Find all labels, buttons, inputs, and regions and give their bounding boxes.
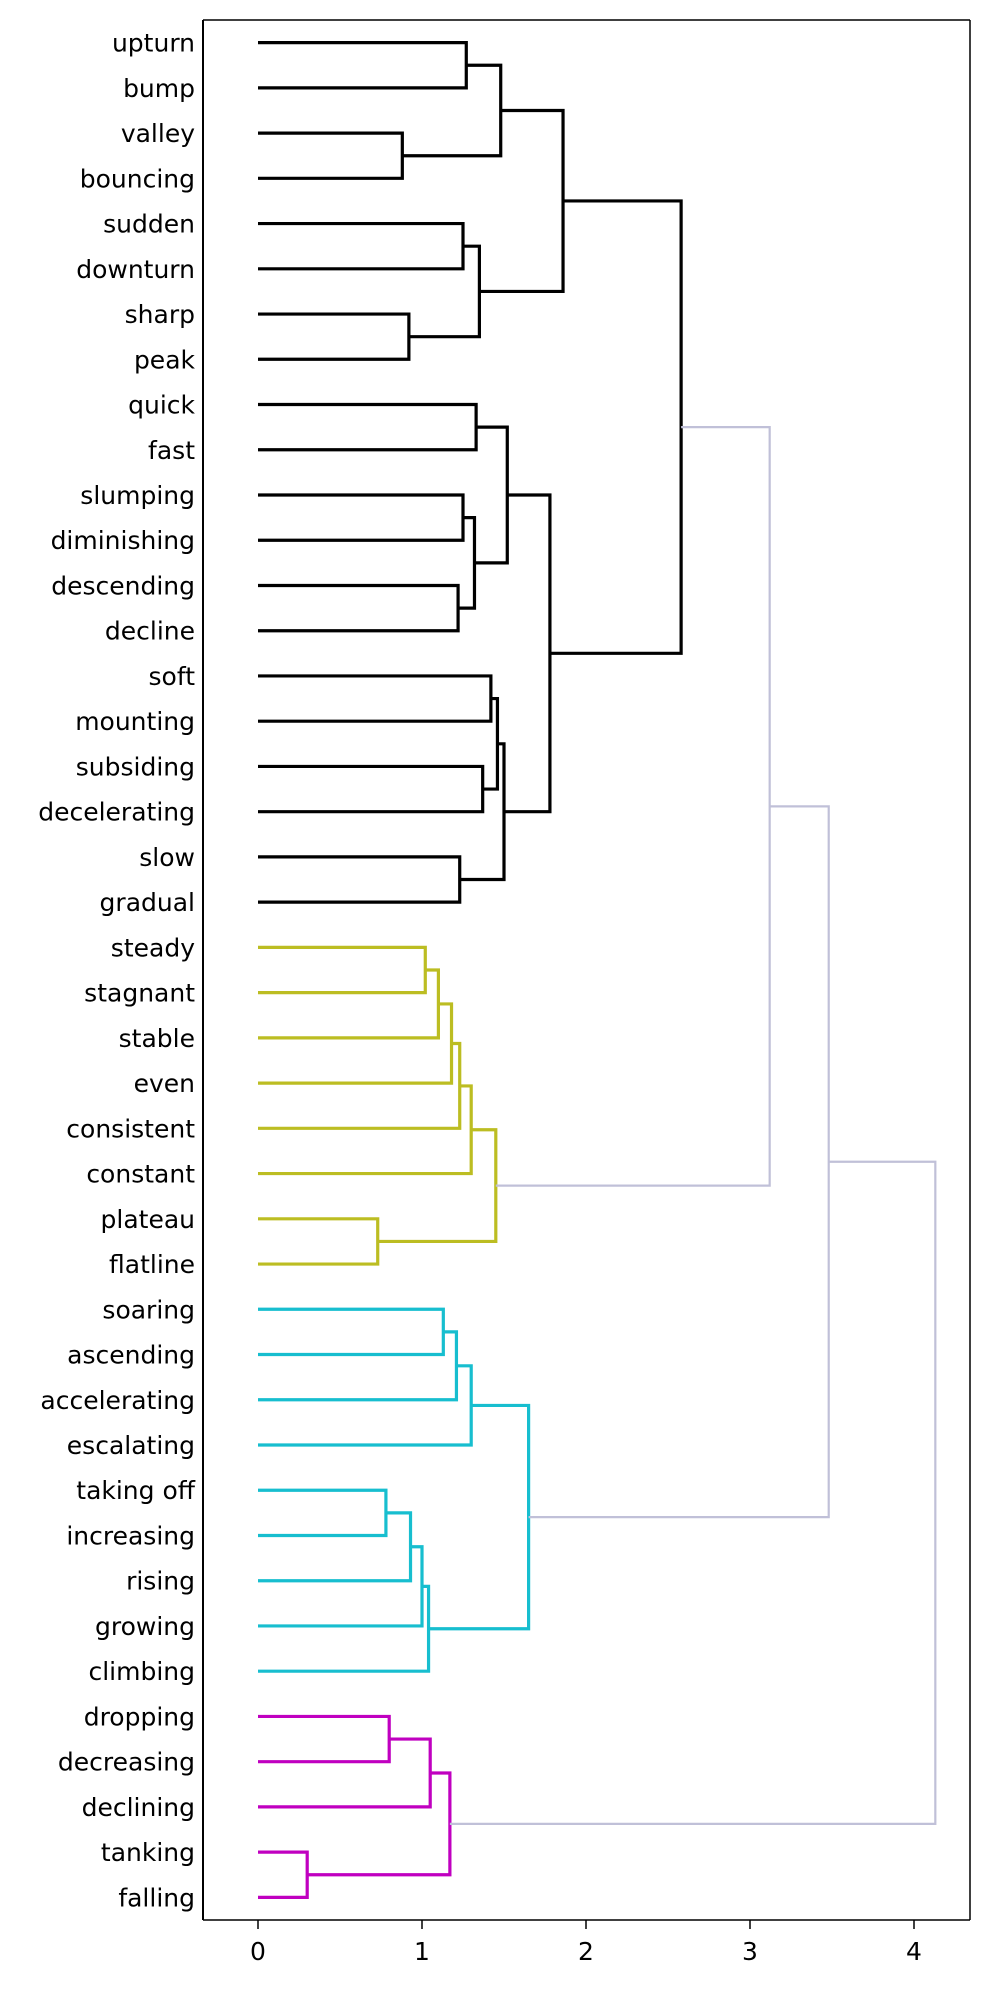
leaf-label: decline [105, 617, 195, 646]
leaf-labels: upturn bump valley bouncing sudden downturn sh… [38, 29, 196, 1913]
leaf-label: increasing [66, 1521, 195, 1550]
dendrogram-link [258, 1737, 432, 1809]
leaf-label: mounting [75, 707, 195, 736]
leaf-label: soft [149, 662, 196, 691]
leaf-label: upturn [112, 29, 195, 58]
leaf-label: rising [126, 1567, 195, 1596]
dendrogram-link [258, 1488, 388, 1538]
x-tick-label: 0 [250, 1937, 266, 1966]
leaf-label: soaring [102, 1295, 195, 1324]
dendrogram-link [258, 1850, 309, 1899]
dendrogram-link [258, 1584, 431, 1673]
dendrogram-link [258, 945, 427, 995]
dendrogram-canvas: upturn bump valley bouncing sudden downturn sh… [38, 19, 971, 1966]
dendrogram-link [479, 108, 565, 294]
dendrogram-link [258, 674, 493, 723]
dendrogram-link [258, 493, 465, 542]
dendrogram-link [258, 221, 465, 271]
dendrogram-link [258, 402, 478, 452]
dendrogram-link [549, 199, 683, 655]
plot-axes [202, 19, 971, 1921]
leaf-label: bump [123, 74, 195, 103]
leaf-label: climbing [88, 1657, 195, 1686]
leaf-label: consistent [66, 1114, 195, 1143]
dendrogram-link [258, 1330, 459, 1402]
leaf-label: growing [95, 1612, 195, 1641]
dendrogram-link [258, 1545, 424, 1628]
dendrogram-link [428, 1403, 531, 1631]
dendrogram-link [408, 244, 481, 339]
leaf-label: flatline [109, 1250, 195, 1279]
x-tick-label: 3 [742, 1937, 758, 1966]
x-axis-ticks: 0 1 2 3 4 [250, 1920, 922, 1966]
dendrogram-link [258, 1511, 413, 1583]
dendrogram-link [504, 493, 552, 814]
leaf-label: sharp [125, 300, 195, 329]
dendrogram-link [258, 1307, 445, 1357]
leaf-label: subsiding [76, 752, 195, 781]
leaf-label: slow [139, 843, 195, 872]
dendrogram-link [495, 426, 771, 1187]
dendrogram-link [474, 425, 509, 565]
leaf-label: diminishing [51, 526, 195, 555]
dendrogram-link [258, 1002, 454, 1085]
dendrogram-link [258, 855, 462, 904]
leaf-label: decelerating [38, 798, 195, 827]
leaf-label: stagnant [84, 979, 195, 1008]
leaf-label: even [134, 1069, 195, 1098]
leaf-label: descending [51, 571, 195, 600]
x-tick-label: 4 [906, 1937, 922, 1966]
leaf-label: quick [128, 391, 195, 420]
leaf-label: constant [86, 1160, 195, 1189]
leaf-label: downturn [76, 255, 195, 284]
leaf-label: valley [121, 119, 195, 148]
leaf-label: peak [134, 345, 196, 374]
leaf-label: plateau [101, 1205, 195, 1234]
leaf-label: escalating [67, 1431, 195, 1460]
leaf-label: steady [111, 933, 195, 962]
dendrogram-link [258, 1217, 380, 1266]
dendrogram-link [258, 1041, 462, 1130]
leaf-label: declining [82, 1793, 195, 1822]
leaf-label: taking off [76, 1476, 196, 1505]
leaf-label: gradual [100, 888, 195, 917]
leaf-label: decreasing [58, 1748, 195, 1777]
leaf-label: slumping [80, 481, 195, 510]
dendrogram-link [258, 1364, 473, 1447]
leaf-label: tanking [101, 1838, 195, 1867]
x-tick-label: 2 [578, 1937, 594, 1966]
dendrogram-link [402, 63, 503, 158]
dendrogram-link [258, 131, 404, 180]
dendrogram-link [258, 41, 468, 90]
dendrogram-link [528, 805, 830, 1519]
dendrogram-link [449, 1160, 937, 1825]
leaf-label: dropping [84, 1702, 195, 1731]
dendrogram-link [258, 312, 411, 361]
dendrogram-link [377, 1128, 498, 1244]
dendrogram-link [307, 1771, 452, 1877]
dendrogram-figure: upturn bump valley bouncing sudden downturn sh… [0, 0, 1000, 2000]
leaf-label: sudden [103, 210, 195, 239]
leaf-label: bouncing [80, 164, 195, 193]
dendrogram-link [458, 516, 477, 610]
leaf-label: falling [118, 1883, 195, 1912]
leaf-label: ascending [67, 1341, 195, 1370]
leaf-label: stable [119, 1024, 195, 1053]
dendrogram-link [258, 583, 460, 633]
dendrogram-link [258, 1714, 391, 1764]
dendrogram-link [258, 764, 485, 814]
dendrogram-link [258, 968, 440, 1040]
x-tick-label: 1 [414, 1937, 430, 1966]
leaf-label: accelerating [40, 1386, 195, 1415]
dendrogram-links [258, 41, 937, 1899]
leaf-label: fast [148, 436, 195, 465]
